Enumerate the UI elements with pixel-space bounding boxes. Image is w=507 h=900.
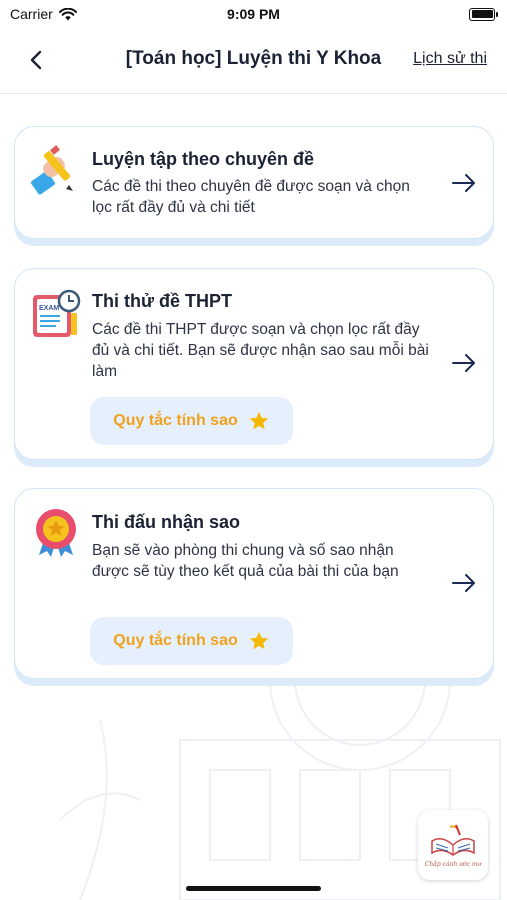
star-rules-label: Quy tắc tính sao — [113, 632, 238, 649]
card-description: Các đề thi THPT được soạn và chọn lọc rấ… — [92, 321, 429, 380]
star-rules-button[interactable]: Quy tắc tính sao — [90, 397, 293, 445]
card-title: Thi thử đề THPT — [92, 291, 233, 311]
carrier-label: Carrier — [10, 6, 53, 22]
arrow-right-icon — [452, 354, 475, 372]
chevron-left-icon — [30, 50, 42, 70]
open-book-logo-icon — [431, 824, 475, 856]
card-star-competition[interactable]: Thi đấu nhận sao Bạn sẽ vào phòng thi ch… — [14, 488, 494, 679]
back-button[interactable] — [22, 46, 50, 74]
pencil-hand-icon — [31, 145, 73, 195]
star-icon — [249, 631, 268, 650]
card-thpt-exam[interactable]: EXAM Thi thử đề THPT Các đề thi THPT đượ… — [14, 268, 494, 460]
wifi-icon — [58, 7, 77, 20]
star-rules-label: Quy tắc tính sao — [113, 412, 238, 429]
arrow-right-icon — [452, 574, 475, 592]
medal-icon — [36, 509, 76, 557]
status-left: Carrier — [10, 6, 77, 22]
card-title: Thi đấu nhận sao — [92, 512, 241, 532]
exam-paper-icon: EXAM — [33, 289, 81, 337]
card-description: Các đề thi theo chuyên đề được soạn và c… — [92, 178, 410, 216]
card-topic-practice[interactable]: Luyện tập theo chuyên đề Các đề thi theo… — [14, 126, 494, 239]
star-rules-button[interactable]: Quy tắc tính sao — [90, 617, 293, 665]
battery-icon — [469, 7, 498, 21]
app-logo: Chắp cánh ước mơ — [418, 810, 488, 880]
arrow-right-icon — [452, 174, 475, 192]
card-title: Luyện tập theo chuyên đề — [92, 149, 315, 169]
status-bar: Carrier 9:09 PM — [0, 0, 507, 28]
logo-text: Chắp cánh ước mơ — [424, 860, 482, 868]
star-icon — [249, 411, 268, 430]
exam-icon-label: EXAM — [39, 305, 59, 312]
history-link[interactable]: Lịch sử thi — [413, 50, 487, 68]
card-description: Bạn sẽ vào phòng thi chung và số sao nhậ… — [92, 542, 399, 580]
nav-bar: [Toán học] Luyện thi Y Khoa Lịch sử thi — [0, 30, 507, 94]
home-indicator — [186, 886, 321, 891]
